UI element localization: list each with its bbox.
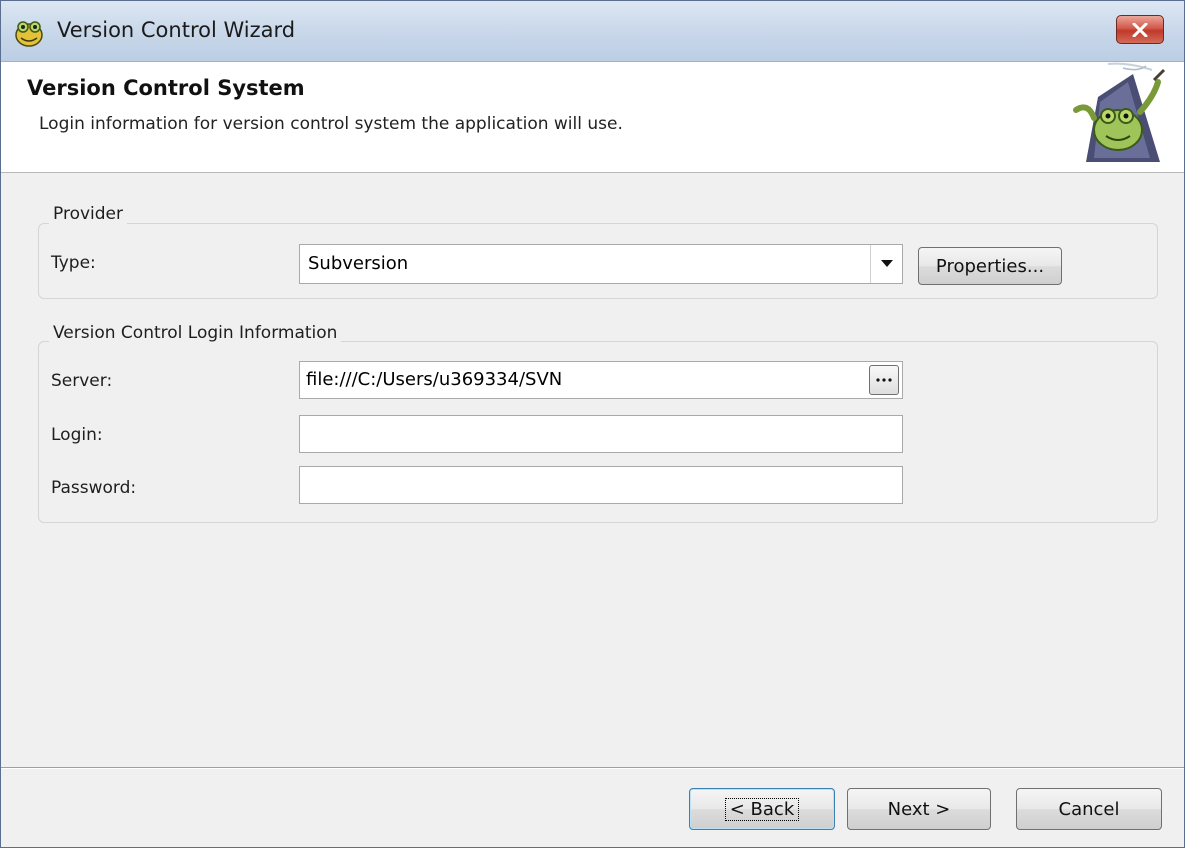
login-info-group-label: Version Control Login Information <box>49 323 342 343</box>
next-button[interactable]: Next > <box>847 788 991 830</box>
password-field[interactable] <box>299 466 903 504</box>
title-bar[interactable]: Version Control Wizard <box>1 1 1184 62</box>
provider-group-label: Provider <box>49 204 127 224</box>
dropdown-button[interactable] <box>870 245 902 283</box>
password-label: Password: <box>51 478 137 498</box>
next-button-label: Next > <box>887 798 951 820</box>
toad-icon <box>15 21 43 47</box>
provider-type-select[interactable]: Subversion <box>299 244 903 284</box>
wizard-header: Version Control System Login information… <box>1 62 1184 173</box>
page-title: Version Control System <box>27 76 305 100</box>
provider-type-value: Subversion <box>308 253 409 274</box>
login-field[interactable] <box>299 415 903 453</box>
server-field[interactable]: file:///C:/Users/u369334/SVN <box>299 361 903 399</box>
footer-separator <box>1 767 1184 769</box>
wizard-toad-image <box>1073 62 1166 162</box>
back-button[interactable]: < Back <box>689 788 835 830</box>
type-label: Type: <box>51 253 96 273</box>
properties-button[interactable]: Properties... <box>918 247 1062 285</box>
close-button[interactable] <box>1116 15 1164 44</box>
server-label: Server: <box>51 371 113 391</box>
login-label: Login: <box>51 425 103 445</box>
window-title: Version Control Wizard <box>57 18 296 42</box>
wizard-window: Version Control Wizard Version Control S… <box>0 0 1185 848</box>
back-button-label: < Back <box>724 797 800 821</box>
server-field-value: file:///C:/Users/u369334/SVN <box>306 369 563 390</box>
chevron-down-icon <box>880 260 893 267</box>
cancel-button-label: Cancel <box>1058 798 1120 820</box>
close-icon <box>1132 22 1148 37</box>
cancel-button[interactable]: Cancel <box>1016 788 1162 830</box>
ellipsis-icon <box>876 378 892 382</box>
page-subtitle: Login information for version control sy… <box>39 114 623 134</box>
properties-button-label: Properties... <box>935 255 1045 277</box>
browse-server-button[interactable] <box>869 365 899 395</box>
